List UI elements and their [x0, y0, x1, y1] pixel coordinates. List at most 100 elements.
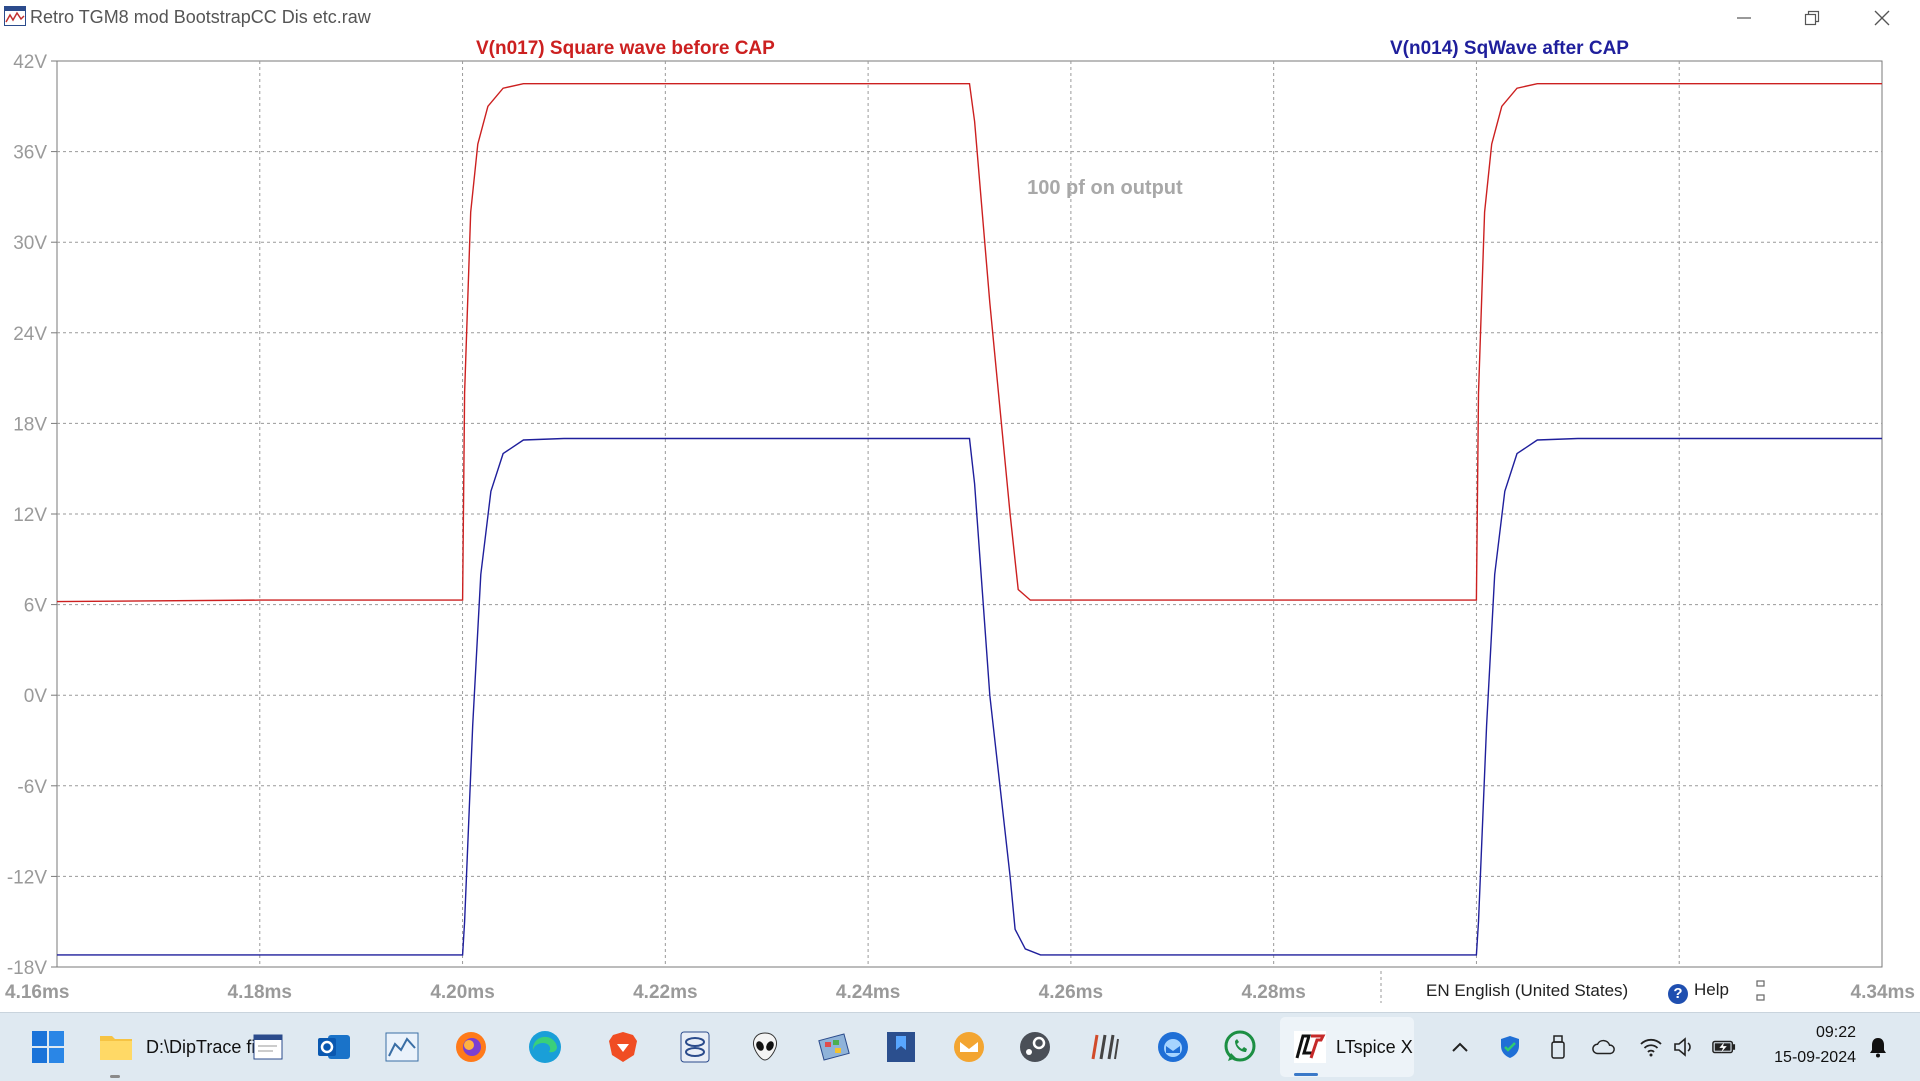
- traces[interactable]: [56, 82, 1882, 956]
- x-tick-label: 4.22ms: [633, 982, 697, 1003]
- restore-icon: [1804, 10, 1820, 26]
- close-icon: [1874, 10, 1890, 26]
- waveform-plot-pane[interactable]: 42V 36V 30V 24V 18V 12V 6V 0V -6V -12V -18V 4.16ms…: [0, 34, 1920, 1012]
- y-tick-label: 24V: [13, 324, 47, 345]
- x-tick-label: 4.24ms: [836, 982, 900, 1003]
- battery-charging-icon: [1712, 1040, 1736, 1054]
- outlook-icon: [318, 1035, 350, 1059]
- control-panel-button[interactable]: [814, 1027, 854, 1067]
- waveform-app-icon: [4, 6, 26, 26]
- cloud-icon: [1592, 1039, 1615, 1055]
- control-panel-icon: [818, 1033, 850, 1061]
- waveform-plot[interactable]: 42V 36V 30V 24V 18V 12V 6V 0V -6V -12V -18V 4.16ms…: [0, 34, 1920, 1012]
- mail-app-icon: [954, 1032, 984, 1062]
- show-hidden-icons-button[interactable]: [1448, 1035, 1472, 1059]
- battery-tray-button[interactable]: [1712, 1035, 1736, 1059]
- notifications-button[interactable]: [1866, 1035, 1890, 1059]
- y-tick-label: -12V: [7, 867, 47, 888]
- clock-date[interactable]: 15-09-2024: [1774, 1049, 1856, 1067]
- onedrive-tray-button[interactable]: [1592, 1035, 1616, 1059]
- chart-app-icon: [385, 1032, 419, 1062]
- folder-icon: [100, 1036, 132, 1060]
- start-button[interactable]: [28, 1027, 68, 1067]
- alien-app-button[interactable]: [745, 1027, 785, 1067]
- ltspice-active-indicator: [1294, 1073, 1318, 1076]
- speaker-icon: [1674, 1037, 1691, 1057]
- whatsapp-button[interactable]: [1220, 1027, 1260, 1067]
- thunderbird-icon: [1158, 1032, 1188, 1062]
- grid: [51, 60, 1883, 1003]
- file-explorer-running-indicator: [110, 1075, 120, 1078]
- brave-icon: [609, 1032, 637, 1062]
- outlook-button[interactable]: [314, 1027, 354, 1067]
- clock-time[interactable]: 09:22: [1816, 1024, 1856, 1042]
- close-button[interactable]: [1850, 0, 1914, 34]
- x-tick-label: 4.26ms: [1039, 982, 1103, 1003]
- tool-app-button[interactable]: [1084, 1027, 1124, 1067]
- explorer-window-thumbnail[interactable]: [248, 1027, 288, 1067]
- help-button[interactable]: ? Help: [1668, 980, 1729, 1004]
- annotations: 100 pf on output: [1027, 177, 1183, 199]
- firefox-icon: [456, 1032, 486, 1062]
- brave-button[interactable]: [603, 1027, 643, 1067]
- tool-icon: [1091, 1034, 1119, 1060]
- x-tick-label: 4.34ms: [1851, 982, 1915, 1003]
- firefox-button[interactable]: [451, 1027, 491, 1067]
- resize-grip-icon[interactable]: [1754, 979, 1768, 1003]
- windows-start-icon: [32, 1031, 64, 1063]
- app-button[interactable]: [675, 1027, 715, 1067]
- whatsapp-icon: [1224, 1030, 1256, 1062]
- bell-icon: [1870, 1038, 1886, 1058]
- alien-icon: [753, 1032, 777, 1061]
- language-indicator[interactable]: EN English (United States): [1426, 981, 1628, 1001]
- security-tray-button[interactable]: [1498, 1035, 1522, 1059]
- trace-label-v-n014[interactable]: V(n014) SqWave after CAP: [1390, 38, 1629, 59]
- x-tick-label: 4.28ms: [1241, 982, 1305, 1003]
- y-tick-label: -18V: [7, 958, 47, 979]
- trace-v-n017[interactable]: [56, 82, 1882, 603]
- wifi-tray-button[interactable]: [1639, 1035, 1663, 1059]
- bookmark-app-button[interactable]: [881, 1027, 921, 1067]
- bookmark-icon: [887, 1032, 915, 1062]
- window-thumbnail-icon: [253, 1034, 283, 1060]
- y-axis-tick-labels: 42V 36V 30V 24V 18V 12V 6V 0V -6V -12V -18V: [7, 52, 47, 979]
- y-tick-label: 30V: [13, 233, 47, 254]
- volume-tray-button[interactable]: [1672, 1035, 1696, 1059]
- help-label: Help: [1694, 980, 1729, 999]
- edge-button[interactable]: [525, 1027, 565, 1067]
- help-icon: ?: [1668, 984, 1688, 1004]
- trace-label-v-n017[interactable]: V(n017) Square wave before CAP: [476, 38, 775, 59]
- trace-v-n014[interactable]: [57, 437, 1882, 956]
- window-title: Retro TGM8 mod BootstrapCC Dis etc.raw: [30, 7, 371, 27]
- y-tick-label: 12V: [13, 505, 47, 526]
- ltspice-label: LTspice X: [1336, 1037, 1413, 1057]
- y-tick-label: 0V: [24, 686, 48, 707]
- taskbar: D:\DipTrace file LTspice X 09:22 15-09-2…: [0, 1012, 1920, 1081]
- x-tick-label: 4.16ms: [5, 982, 69, 1003]
- y-tick-label: -6V: [17, 777, 47, 798]
- thunderbird-button[interactable]: [1153, 1027, 1193, 1067]
- x-tick-label: 4.20ms: [430, 982, 494, 1003]
- ltspice-icon: [1294, 1031, 1326, 1063]
- x-axis-tick-labels: 4.16ms 4.18ms 4.20ms 4.22ms 4.24ms 4.26ms 4.28…: [5, 982, 1915, 1003]
- wifi-icon: [1640, 1038, 1662, 1057]
- steam-icon: [1020, 1032, 1050, 1062]
- ltspice-app-icon-wrap: [1290, 1027, 1330, 1067]
- edge-icon: [529, 1031, 561, 1063]
- file-explorer-button[interactable]: [96, 1027, 136, 1067]
- y-tick-label: 42V: [13, 52, 47, 73]
- y-tick-label: 6V: [24, 596, 48, 617]
- restore-button[interactable]: [1780, 0, 1844, 34]
- usb-tray-button[interactable]: [1546, 1035, 1570, 1059]
- steam-button[interactable]: [1015, 1027, 1055, 1067]
- y-tick-label: 36V: [13, 143, 47, 164]
- chart-app-button[interactable]: [382, 1027, 422, 1067]
- y-tick-label: 18V: [13, 414, 47, 435]
- ltspice-taskbar-button[interactable]: LTspice X: [1280, 1017, 1414, 1077]
- minimize-icon: [1737, 17, 1751, 19]
- minimize-button[interactable]: [1712, 0, 1776, 34]
- trace-labels[interactable]: V(n017) Square wave before CAP V(n014) Sq…: [476, 38, 1629, 59]
- mail-app-button[interactable]: [949, 1027, 989, 1067]
- stacked-rings-icon: [680, 1031, 710, 1063]
- title-bar: Retro TGM8 mod BootstrapCC Dis etc.raw: [0, 0, 1920, 35]
